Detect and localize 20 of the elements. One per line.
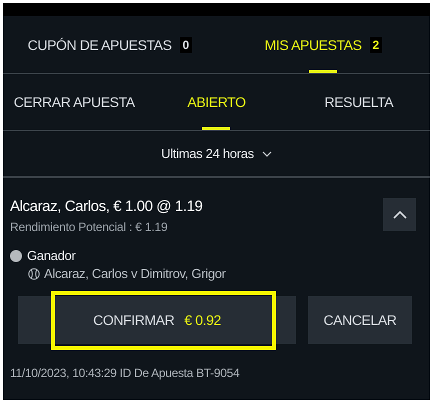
chevron-up-icon xyxy=(392,210,406,218)
potential-return: Rendimiento Potencial : € 1.19 xyxy=(10,220,168,234)
tab[interactable]: ABIERTO xyxy=(145,74,288,130)
event-name: Alcaraz, Carlos v Dimitrov, Grigor xyxy=(44,266,226,281)
period-dropdown[interactable]: Ultimas 24 horas xyxy=(161,146,272,161)
tab[interactable]: CERRAR APUESTA xyxy=(3,74,146,130)
bet-details: 11/10/2023, 10:43:29 ID De Apuesta BT-9054 xyxy=(10,366,240,380)
count-badge: 2 xyxy=(370,36,382,52)
tab[interactable]: CUPÓN DE APUESTAS 0 xyxy=(3,16,216,73)
selection-dot xyxy=(10,250,22,262)
tennis-ball-icon xyxy=(28,268,40,280)
market-name: Ganador xyxy=(27,248,76,263)
tab[interactable]: RESUELTA xyxy=(288,74,430,130)
cancel-button[interactable]: CANCELAR xyxy=(308,296,412,344)
chevron-down-icon xyxy=(262,150,272,156)
count-badge: 0 xyxy=(180,36,192,52)
collapse-button[interactable] xyxy=(383,198,416,231)
bet-title: Alcaraz, Carlos, € 1.00 @ 1.19 xyxy=(10,198,202,215)
confirm-button[interactable]: CONFIRMAR € 0.92 xyxy=(18,296,296,344)
tab[interactable]: MIS APUESTAS 2 xyxy=(216,16,430,73)
